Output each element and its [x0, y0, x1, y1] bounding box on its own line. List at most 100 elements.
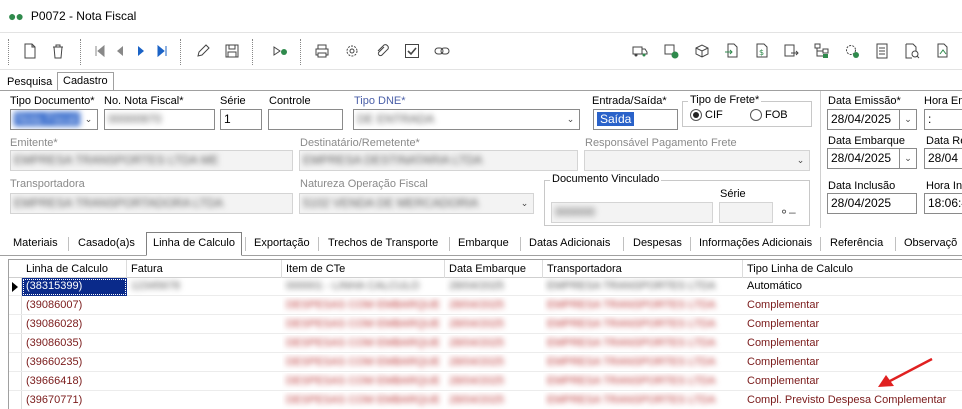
attach-icon[interactable] — [372, 41, 392, 61]
no-nota-fiscal-field[interactable]: 00000970 — [104, 109, 215, 130]
tab-datas-adicionais[interactable]: Datas Adicionais — [523, 234, 616, 254]
col-header-fatura[interactable]: Fatura — [127, 260, 282, 278]
item-cte-cell[interactable]: DESPESAS COM EMBARQUE — [282, 335, 445, 353]
tab-materiais[interactable]: Materiais — [7, 234, 64, 254]
table-row[interactable]: (39666418) DESPESAS COM EMBARQUE 28/04/202… — [9, 373, 962, 391]
table-row[interactable]: (39670771) DESPESAS COM EMBARQUE 28/04/202… — [9, 392, 962, 409]
fatura-cell[interactable] — [127, 335, 282, 353]
data-embarque-cell[interactable]: 28/04/2025 — [445, 373, 543, 391]
link-icon[interactable] — [432, 41, 452, 61]
transportadora-cell[interactable]: EMPRESA TRANSPORTES LTDA — [543, 354, 743, 372]
fatura-cell[interactable]: 12345678 — [127, 278, 282, 296]
linha-calculo-cell[interactable]: (39086035) — [22, 335, 127, 353]
print-icon[interactable] — [312, 41, 332, 61]
next-icon[interactable] — [131, 41, 151, 61]
truck-icon[interactable] — [630, 41, 650, 61]
item-cte-cell[interactable]: DESPESAS COM EMBARQUE — [282, 392, 445, 409]
data-embarque-cell[interactable]: 28/04/2025 — [445, 392, 543, 409]
controle-field[interactable] — [268, 109, 343, 130]
gear-list-icon[interactable] — [842, 41, 862, 61]
documento-vinculado-field[interactable]: 000000 — [551, 202, 713, 223]
radio-cif[interactable]: CIF — [690, 109, 723, 121]
tab-despesas[interactable]: Despesas — [627, 234, 688, 254]
transportadora-field[interactable]: EMPRESA TRANSPORTADORA LTDA — [10, 193, 293, 214]
chevron-down-icon[interactable]: ⌄ — [562, 110, 579, 129]
chevron-down-icon[interactable]: ⌄ — [516, 194, 533, 213]
data-emissao-field[interactable]: 28/04/2025 ⌄ — [827, 109, 917, 130]
tab-observacoes[interactable]: Observaçõ — [898, 234, 962, 254]
transportadora-cell[interactable]: EMPRESA TRANSPORTES LTDA — [543, 297, 743, 315]
data-embarque-cell[interactable]: 28/04/2025 — [445, 335, 543, 353]
edit-icon[interactable] — [193, 41, 213, 61]
linha-calculo-cell[interactable]: (39086007) — [22, 297, 127, 315]
chevron-down-icon[interactable]: ⌄ — [899, 110, 916, 129]
col-header-item-cte[interactable]: Item de CTe — [282, 260, 445, 278]
tipo-linha-cell[interactable]: Compl. Previsto Despesa Complementar — [743, 392, 962, 409]
prev-icon[interactable] — [110, 41, 130, 61]
col-header-linha[interactable]: Linha de Calculo — [22, 260, 127, 278]
natureza-operacao-select[interactable]: 5102 VENDA DE MERCADORIA ⌄ — [299, 193, 534, 214]
tab-trechos-de-transporte[interactable]: Trechos de Transporte — [322, 234, 444, 254]
doc-search-icon[interactable] — [902, 41, 922, 61]
new-doc-icon[interactable] — [20, 41, 40, 61]
tab-referencia[interactable]: Referência — [824, 234, 889, 254]
data-embarque-cell[interactable]: 28/04/2025 — [445, 278, 543, 296]
linha-calculo-cell[interactable]: (39086028) — [22, 316, 127, 334]
radio-fob-circle[interactable] — [750, 109, 762, 121]
tab-exportacao[interactable]: Exportação — [248, 234, 316, 254]
tipo-linha-cell[interactable]: Complementar — [743, 335, 962, 353]
fatura-cell[interactable] — [127, 316, 282, 334]
transportadora-cell[interactable]: EMPRESA TRANSPORTES LTDA — [543, 392, 743, 409]
doc-arrow2-icon[interactable] — [932, 41, 952, 61]
tipo-documento-select[interactable]: Nota Fiscal ⌄ — [10, 109, 98, 130]
linha-calculo-cell[interactable]: (39660235) — [22, 354, 127, 372]
data-embarque-cell[interactable]: 28/04/2025 — [445, 297, 543, 315]
radio-fob[interactable]: FOB — [750, 109, 788, 121]
hora-inclusao-field[interactable]: 18:06:4 — [924, 193, 962, 214]
doc-dollar-icon[interactable]: $ — [752, 41, 772, 61]
entrada-saida-select[interactable]: Saída — [593, 109, 678, 130]
fatura-cell[interactable] — [127, 354, 282, 372]
chevron-down-icon[interactable]: ⌄ — [792, 151, 809, 170]
tipo-linha-cell[interactable]: Automático — [743, 278, 962, 296]
settings-icon[interactable] — [342, 41, 362, 61]
doc-vinc-serie-field[interactable] — [719, 202, 773, 223]
export-doc-icon[interactable] — [722, 41, 742, 61]
data-embarque-cell[interactable]: 28/04/2025 — [445, 354, 543, 372]
data-embarque-cell[interactable]: 28/04/2025 — [445, 316, 543, 334]
hora-emissao-field[interactable]: : — [924, 109, 962, 130]
fatura-cell[interactable] — [127, 373, 282, 391]
transportadora-cell[interactable]: EMPRESA TRANSPORTES LTDA — [543, 335, 743, 353]
responsavel-frete-select[interactable]: ⌄ — [584, 150, 810, 171]
serie-field[interactable]: 1 — [220, 109, 262, 130]
tab-pesquisa[interactable]: Pesquisa — [2, 74, 57, 91]
col-header-transportadora[interactable]: Transportadora — [543, 260, 743, 278]
tab-cadastro[interactable]: Cadastro — [57, 72, 114, 91]
tab-embarque[interactable]: Embarque — [452, 234, 515, 254]
check-icon[interactable] — [402, 41, 422, 61]
item-cte-cell[interactable]: DESPESAS COM EMBARQUE — [282, 354, 445, 372]
key-icon[interactable]: ⚬– — [779, 205, 796, 219]
tab-casados[interactable]: Casado(a)s — [72, 234, 141, 254]
item-cte-cell[interactable]: 000001 - LINHA CALCULO — [282, 278, 445, 296]
linha-calculo-cell[interactable]: (39666418) — [22, 373, 127, 391]
save-icon[interactable] — [222, 41, 242, 61]
item-cte-cell[interactable]: DESPESAS COM EMBARQUE — [282, 316, 445, 334]
item-cte-cell[interactable]: DESPESAS COM EMBARQUE — [282, 373, 445, 391]
col-header-tipo[interactable]: Tipo Linha de Calculo — [743, 260, 962, 278]
chevron-down-icon[interactable]: ⌄ — [80, 110, 97, 129]
last-icon[interactable] — [152, 41, 172, 61]
table-row[interactable]: (38315399) 12345678 000001 - LINHA CALCULO… — [9, 278, 962, 296]
fatura-cell[interactable] — [127, 297, 282, 315]
transportadora-cell[interactable]: EMPRESA TRANSPORTES LTDA — [543, 373, 743, 391]
table-row[interactable]: (39086028) DESPESAS COM EMBARQUE 28/04/202… — [9, 316, 962, 334]
box-icon[interactable] — [692, 41, 712, 61]
data-embarque-field[interactable]: 28/04/2025 ⌄ — [827, 148, 917, 169]
table-row[interactable]: (39086035) DESPESAS COM EMBARQUE 28/04/202… — [9, 335, 962, 353]
item-cte-cell[interactable]: DESPESAS COM EMBARQUE — [282, 297, 445, 315]
table-row[interactable]: (39086007) DESPESAS COM EMBARQUE 28/04/202… — [9, 297, 962, 315]
tipo-linha-cell[interactable]: Complementar — [743, 297, 962, 315]
tab-linha-de-calculo[interactable]: Linha de Calculo — [146, 232, 242, 256]
tree-icon[interactable] — [812, 41, 832, 61]
linha-calculo-cell[interactable]: (38315399) — [22, 278, 127, 296]
